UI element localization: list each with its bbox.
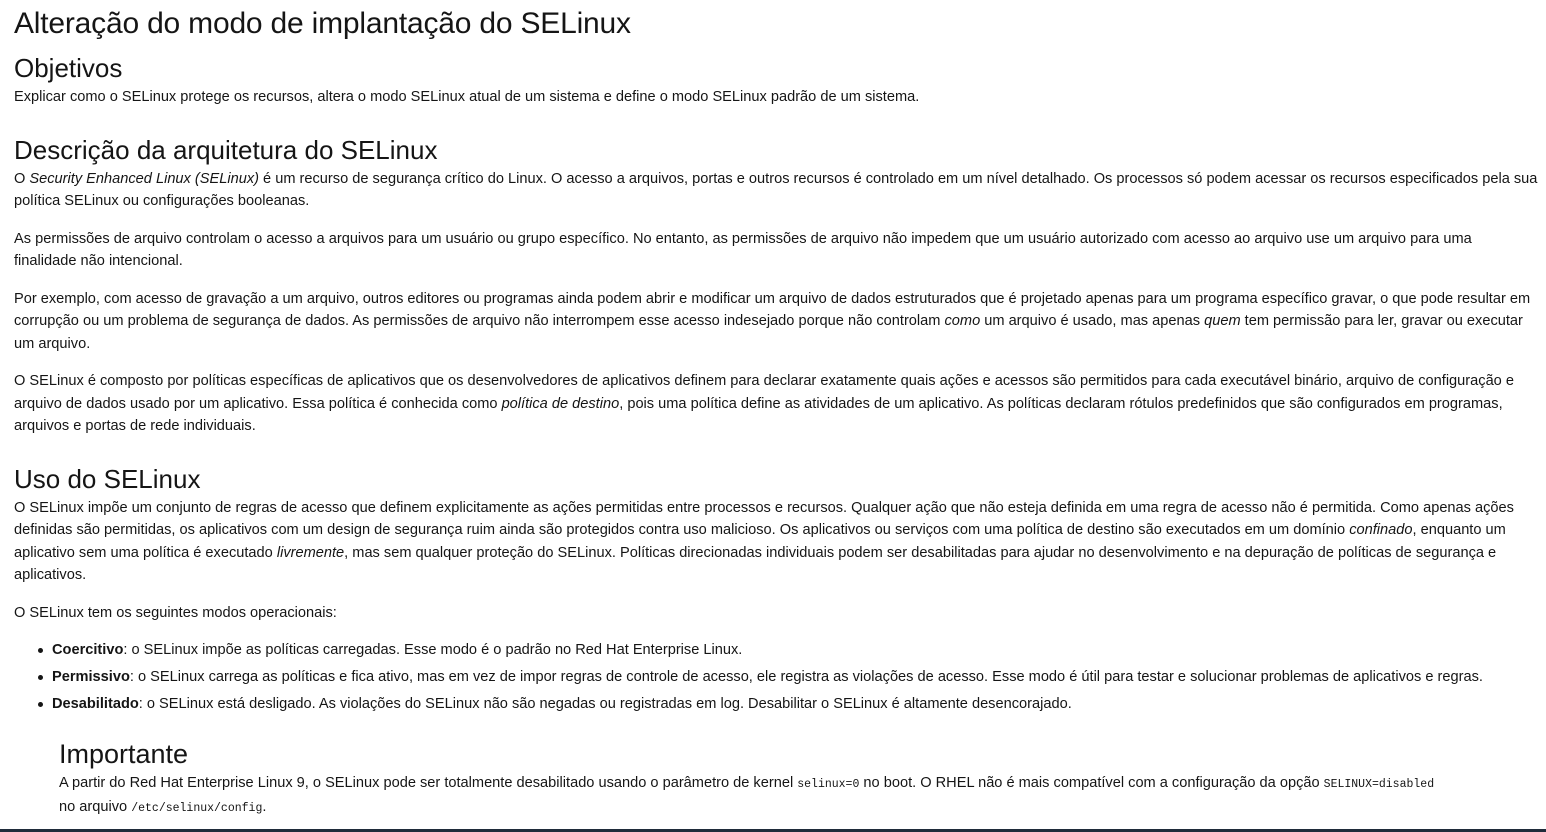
modes-list: Coercitivo: o SELinux impõe as políticas… xyxy=(14,639,1538,716)
architecture-heading: Descrição da arquitetura do SELinux xyxy=(14,134,438,165)
document-page: Alteração do modo de implantação do SELi… xyxy=(14,0,1538,821)
important-admonition: Importante A partir do Red Hat Enterpris… xyxy=(59,738,1538,821)
important-heading: Importante xyxy=(59,738,189,769)
architecture-paragraph-1: O Security Enhanced Linux (SELinux) é um… xyxy=(14,170,1538,210)
list-item: Desabilitado: o SELinux está desligado. … xyxy=(38,693,1538,716)
objectives-heading: Objetivos xyxy=(14,53,123,83)
list-item: Coercitivo: o SELinux impõe as políticas… xyxy=(38,639,1538,662)
architecture-paragraph-4: O SELinux é composto por políticas espec… xyxy=(14,373,1514,434)
architecture-paragraph-3: Por exemplo, com acesso de gravação a um… xyxy=(14,290,1531,352)
usage-heading: Uso do SELinux xyxy=(14,463,201,494)
usage-paragraph-2: O SELinux tem os seguintes modos operaci… xyxy=(14,604,337,621)
page-title: Alteração do modo de implantação do SELi… xyxy=(14,7,631,40)
inline-code: SELINUX=disabled xyxy=(1323,777,1435,791)
inline-code: /etc/selinux/config xyxy=(131,802,263,815)
selinux-term: Security Enhanced Linux (SELinux) xyxy=(29,170,259,187)
usage-paragraph-1: O SELinux impõe um conjunto de regras de… xyxy=(14,499,1514,584)
list-item: Permissivo: o SELinux carrega as polític… xyxy=(38,666,1538,689)
inline-code: selinux=0 xyxy=(797,777,860,791)
important-text: A partir do Red Hat Enterprise Linux 9, … xyxy=(59,774,1435,816)
objectives-text: Explicar como o SELinux protege os recur… xyxy=(14,89,920,105)
architecture-paragraph-2: As permissões de arquivo controlam o ace… xyxy=(14,230,1472,270)
